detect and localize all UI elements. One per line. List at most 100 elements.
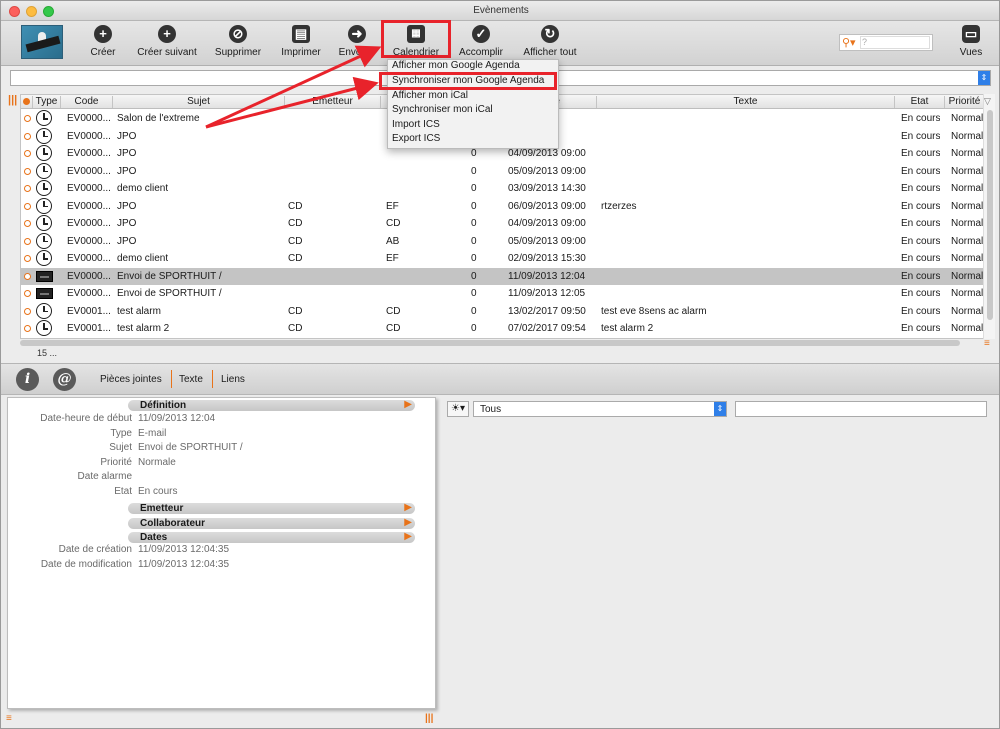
resize-grip-icon[interactable]: ≡ <box>6 713 12 724</box>
delete-icon: ⊘ <box>229 25 247 43</box>
section-emetteur[interactable]: Emetteur ▶ <box>128 502 415 514</box>
menu-item-show-ical[interactable]: Afficher mon iCal <box>392 90 468 101</box>
resize-grip-icon[interactable]: ||| <box>425 713 433 724</box>
menu-item-sync-ical[interactable]: Synchroniser mon iCal <box>392 104 493 115</box>
cell-prio: Normal <box>951 183 984 194</box>
vertical-scrollbar[interactable] <box>983 94 995 339</box>
field-label: Date de modification <box>40 558 132 570</box>
create-button[interactable]: + Créer <box>81 25 125 58</box>
table-row[interactable]: EV0001... test alarm 2 CD CD 0 07/02/2017 09:… <box>21 320 994 338</box>
cell-emetteur: CD <box>288 218 303 229</box>
sort-indicator-icon[interactable]: ▽ <box>984 96 991 107</box>
tab-links[interactable]: Liens <box>221 374 245 385</box>
links-search-input[interactable] <box>735 401 987 417</box>
expand-arrow-icon: ▶ <box>404 502 412 513</box>
record-count: 15 ... <box>37 348 58 358</box>
status-dot-icon <box>24 325 31 332</box>
cell-texte: test alarm 2 <box>601 323 654 334</box>
table-row[interactable]: EV0000... demo client 0 03/09/2013 14:30 En … <box>21 180 994 198</box>
delete-button[interactable]: ⊘ Supprimer <box>209 25 267 58</box>
cell-sujet: JPO <box>117 148 137 159</box>
create-next-button[interactable]: + Créer suivant <box>133 25 201 58</box>
cell-dest: CD <box>386 218 401 229</box>
cell-etat: En cours <box>901 113 941 124</box>
main-window: Evènements + Créer + Créer suivant ⊘ Sup… <box>0 0 1000 729</box>
cell-date: 05/09/2013 09:00 <box>508 235 586 247</box>
section-collaborateur[interactable]: Collaborateur ▶ <box>128 517 415 529</box>
at-icon[interactable]: @ <box>53 368 76 391</box>
show-all-button[interactable]: ↻ Afficher tout <box>517 25 583 58</box>
tab-attachments[interactable]: Pièces jointes <box>100 374 162 385</box>
search-input[interactable] <box>860 36 930 49</box>
info-icon[interactable]: i <box>16 368 39 391</box>
cell-code: EV0000... <box>67 253 111 264</box>
cell-prio: Normal <box>951 148 984 159</box>
cell-num: 0 <box>471 183 477 194</box>
menu-item-show-google-agenda[interactable]: Afficher mon Google Agenda <box>392 60 520 71</box>
cell-etat: En cours <box>901 183 941 194</box>
cell-num: 0 <box>471 218 477 229</box>
col-type[interactable]: Type <box>33 96 61 108</box>
status-dot-icon <box>24 237 31 245</box>
cell-sujet: Envoi de SPORTHUIT / <box>117 288 222 299</box>
settings-dropdown-icon[interactable]: ☀▾ <box>447 401 469 417</box>
cell-num: 0 <box>471 323 477 334</box>
horizontal-scrollbar[interactable] <box>20 340 960 346</box>
cell-dest: AB <box>386 235 400 247</box>
cell-sujet: JPO <box>117 130 137 142</box>
section-definition[interactable]: Définition ▶ <box>128 399 415 411</box>
field-label: Date alarme <box>77 471 132 483</box>
send-icon: ➜ <box>348 25 366 43</box>
table-row[interactable]: EV0000... JPO CD CD 0 04/09/2013 09:00 En cour… <box>21 215 994 233</box>
col-priorite[interactable]: Priorité <box>945 96 985 108</box>
accomplish-button[interactable]: ✓ Accomplir <box>453 25 509 58</box>
cell-code: EV0001... <box>67 323 111 334</box>
cell-etat: En cours <box>901 253 941 264</box>
cell-dest: EF <box>386 200 399 212</box>
filter-select[interactable]: Tous ⇕ <box>473 401 727 417</box>
col-code[interactable]: Code <box>61 96 113 108</box>
send-button[interactable]: ➜ Envoyer <box>335 25 379 58</box>
table-row[interactable]: EV0000... JPO CD EF 0 06/09/2013 09:00 rtzerze… <box>21 197 994 216</box>
tab-text[interactable]: Texte <box>179 374 203 385</box>
cell-prio: Normal <box>951 270 984 282</box>
menu-item-export-ics[interactable]: Export ICS <box>392 133 440 144</box>
cell-sujet: JPO <box>117 235 137 247</box>
table-row[interactable]: EV0001... test alarm CD CD 0 13/02/2017 09:50… <box>21 302 994 321</box>
printer-icon: ▤ <box>292 25 310 43</box>
table-row[interactable]: EV0000... Envoi de SPORTHUIT / 0 11/09/2013… <box>21 285 994 303</box>
col-emetteur[interactable]: Emetteur <box>285 96 381 108</box>
col-texte[interactable]: Texte <box>597 96 895 108</box>
col-sujet[interactable]: Sujet <box>113 96 285 108</box>
cell-etat: En cours <box>901 218 941 229</box>
col-etat[interactable]: Etat <box>895 96 945 108</box>
cell-code: EV0000... <box>67 130 111 142</box>
clock-icon <box>36 127 52 144</box>
search-field[interactable]: ⚲▾ ? <box>839 34 933 51</box>
resize-grip-icon[interactable]: ≡ <box>984 338 990 349</box>
field-label: Date de création <box>58 544 132 555</box>
status-dot-icon <box>24 167 31 175</box>
cell-sujet: demo client <box>117 183 169 194</box>
cell-date: 06/09/2013 09:00 <box>508 200 586 212</box>
table-row[interactable]: EV0000... JPO 0 05/09/2013 09:00 En cours Nor… <box>21 162 994 181</box>
table-row[interactable]: EV0000... demo client CD EF 0 02/09/2013 15:3… <box>21 250 994 268</box>
table-row[interactable]: EV0000... JPO CD AB 0 05/09/2013 09:00 En cour… <box>21 232 994 251</box>
cell-num: 0 <box>471 288 477 299</box>
print-button[interactable]: ▤ Imprimer <box>275 25 327 58</box>
expand-arrow-icon: ▶ <box>404 531 412 542</box>
column-options-icon[interactable]: ||| <box>8 94 20 106</box>
chevron-updown-icon[interactable]: ⇕ <box>978 71 990 85</box>
cell-emetteur: CD <box>288 235 303 247</box>
views-button[interactable]: ▭ Vues <box>953 25 989 58</box>
menu-item-import-ics[interactable]: Import ICS <box>392 119 440 130</box>
status-dot-icon <box>23 98 30 105</box>
hammer-icon: ✓ <box>472 25 490 43</box>
section-dates[interactable]: Dates ▶ <box>128 531 415 543</box>
clock-icon <box>36 215 52 231</box>
table-row[interactable]: EV0000... Envoi de SPORTHUIT / 0 11/09/2013… <box>21 267 994 285</box>
status-dot-icon <box>24 132 31 140</box>
cell-texte: rtzerzes <box>601 200 637 212</box>
clock-icon <box>36 110 52 126</box>
cell-emetteur: CD <box>288 305 303 317</box>
